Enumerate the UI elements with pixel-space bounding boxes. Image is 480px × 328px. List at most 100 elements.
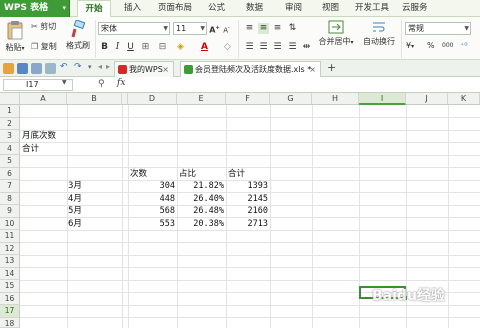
justify-icon[interactable]: ☰	[287, 42, 298, 53]
merge-borders-icon[interactable]: ⊟	[157, 42, 168, 53]
cell-f10[interactable]: 2713	[226, 218, 268, 230]
cell-b8[interactable]: 4月	[68, 193, 82, 205]
tab-scroll-right-icon[interactable]: ▸	[106, 62, 110, 71]
auto-wrap-button[interactable]: 自动换行	[361, 20, 397, 47]
cell-e10[interactable]: 20.38%	[177, 218, 224, 230]
fill-color-icon[interactable]: ◈	[175, 42, 186, 53]
cell-f9[interactable]: 2160	[226, 205, 268, 217]
underline-button[interactable]: U	[125, 42, 136, 53]
cut-button[interactable]: ✂ 剪切	[31, 21, 56, 32]
align-right-icon[interactable]: ☰	[272, 42, 283, 53]
align-middle-icon[interactable]: ≡	[258, 23, 269, 34]
increase-font-icon[interactable]: A+	[209, 23, 220, 35]
cell-e6[interactable]: 占比	[179, 168, 196, 180]
save-icon[interactable]	[17, 63, 28, 74]
tab-formulas[interactable]: 公式	[208, 0, 225, 17]
cell-b10[interactable]: 6月	[68, 218, 82, 230]
align-center-icon[interactable]: ☰	[258, 42, 269, 53]
bold-button[interactable]: B	[99, 42, 110, 53]
redo-icon[interactable]: ↷	[74, 62, 82, 72]
tab-view[interactable]: 视图	[322, 0, 339, 17]
column-header-e[interactable]: E	[177, 93, 226, 105]
column-header-k[interactable]: K	[448, 93, 480, 105]
tab-page-layout[interactable]: 页面布局	[158, 0, 192, 17]
cell-a4[interactable]: 合计	[22, 143, 39, 155]
tab-insert[interactable]: 插入	[124, 0, 141, 17]
zoom-icon[interactable]: ⚲	[98, 79, 105, 89]
thousands-button[interactable]: 000	[442, 42, 453, 49]
column-header-i[interactable]: I	[359, 93, 406, 105]
row-header[interactable]: 6	[0, 167, 20, 180]
orientation-icon[interactable]: ⇅	[287, 23, 298, 34]
align-bottom-icon[interactable]: ≡	[272, 23, 283, 34]
cell-b9[interactable]: 5月	[68, 205, 82, 217]
currency-button[interactable]: ¥▾	[406, 41, 414, 50]
tab-scroll-left-icon[interactable]: ◂	[98, 62, 102, 71]
tab-home[interactable]: 开始	[77, 0, 111, 18]
percent-button[interactable]: %	[427, 41, 435, 50]
open-folder-icon[interactable]	[3, 63, 14, 74]
column-header-d[interactable]: D	[128, 93, 177, 105]
row-header[interactable]: 8	[0, 192, 20, 205]
italic-button[interactable]: I	[112, 42, 123, 53]
cell-e8[interactable]: 26.40%	[177, 193, 224, 205]
formula-input[interactable]	[135, 78, 475, 91]
column-header-g[interactable]: G	[270, 93, 312, 105]
print-preview-icon[interactable]	[31, 63, 42, 74]
chevron-down-icon[interactable]: ▾	[88, 63, 92, 71]
column-header-a[interactable]: A	[20, 93, 67, 105]
tab-developer[interactable]: 开发工具	[355, 0, 389, 17]
row-header[interactable]: 18	[0, 317, 20, 328]
merge-center-button[interactable]: 合并居中▾	[318, 20, 354, 47]
column-header-j[interactable]: J	[406, 93, 448, 105]
row-header[interactable]: 3	[0, 130, 20, 143]
row-header[interactable]: 11	[0, 230, 20, 243]
number-format-select[interactable]: 常规 ▼	[405, 22, 471, 35]
row-header[interactable]: 5	[0, 155, 20, 168]
row-header[interactable]: 4	[0, 142, 20, 155]
cell-b7[interactable]: 3月	[68, 180, 82, 192]
cell-d7[interactable]: 304	[128, 180, 175, 192]
font-name-select[interactable]: 宋体 ▼	[98, 22, 170, 35]
cell-d10[interactable]: 553	[128, 218, 175, 230]
paste-button[interactable]: 粘贴▾	[3, 20, 27, 53]
column-header-f[interactable]: F	[226, 93, 270, 105]
font-color-icon[interactable]: A	[199, 42, 210, 53]
row-header[interactable]: 16	[0, 292, 20, 305]
close-icon[interactable]: ×	[162, 62, 169, 77]
row-header[interactable]: 14	[0, 267, 20, 280]
tab-cloud[interactable]: 云服务	[402, 0, 428, 17]
border-icon[interactable]: ⊞	[140, 42, 151, 53]
row-header[interactable]: 1	[0, 105, 20, 118]
distribute-icon[interactable]: ⇹	[301, 42, 312, 53]
cell-f8[interactable]: 2145	[226, 193, 268, 205]
row-header[interactable]: 15	[0, 280, 20, 293]
align-left-icon[interactable]: ☰	[244, 42, 255, 53]
row-header-selected[interactable]: 17	[0, 305, 20, 318]
cell-f7[interactable]: 1393	[226, 180, 268, 192]
new-tab-icon[interactable]: +	[327, 61, 336, 74]
clear-format-icon[interactable]: ◇	[222, 42, 233, 53]
cell-d8[interactable]: 448	[128, 193, 175, 205]
tab-my-wps[interactable]: 我的WPS ×	[114, 61, 174, 77]
copy-button[interactable]: ❐ 复制	[31, 41, 57, 52]
column-header-h[interactable]: H	[312, 93, 359, 105]
row-header[interactable]: 2	[0, 117, 20, 130]
font-size-select[interactable]: 11 ▼	[173, 22, 207, 35]
tab-document[interactable]: 会员登陆频次及活跃度数据.xls * ×	[180, 61, 321, 77]
row-header[interactable]: 10	[0, 217, 20, 230]
cell-a3[interactable]: 月底次数	[22, 130, 56, 142]
chevron-down-icon[interactable]: ▼	[62, 79, 67, 86]
column-header-b[interactable]: B	[67, 93, 122, 105]
cell-f6[interactable]: 合计	[228, 168, 245, 180]
app-menu-button[interactable]: WPS 表格 ▾	[0, 0, 70, 17]
insert-function-icon[interactable]: fx	[117, 78, 125, 88]
cell-e7[interactable]: 21.82%	[177, 180, 224, 192]
tab-review[interactable]: 审阅	[285, 0, 302, 17]
cell-e9[interactable]: 26.48%	[177, 205, 224, 217]
increase-decimal-icon[interactable]: ⁺⁰	[460, 41, 467, 50]
row-header[interactable]: 7	[0, 180, 20, 193]
row-header[interactable]: 12	[0, 242, 20, 255]
close-icon[interactable]: ×	[309, 62, 316, 77]
print-icon[interactable]	[45, 63, 56, 74]
